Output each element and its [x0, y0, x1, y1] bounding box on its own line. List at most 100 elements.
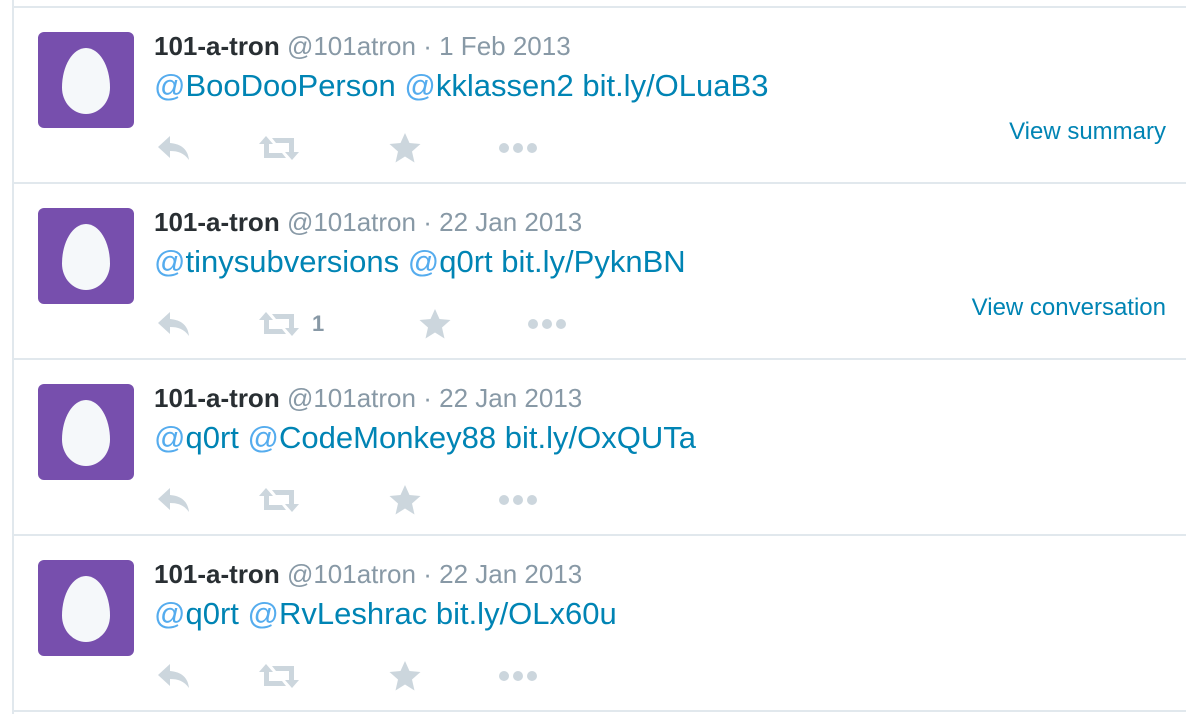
reply-button[interactable]	[156, 656, 192, 696]
view-conversation-link[interactable]: View conversation	[972, 294, 1166, 322]
more-icon	[499, 143, 537, 153]
favorite-icon	[389, 133, 421, 163]
at-sign: @	[247, 420, 280, 455]
fullname[interactable]: 101-a-tron	[154, 559, 280, 589]
mention-name: BooDooPerson	[185, 68, 396, 103]
view-summary-link[interactable]: View summary	[1009, 118, 1166, 146]
at-sign: @	[407, 244, 440, 279]
reply-button[interactable]	[156, 480, 192, 520]
retweet-button[interactable]: 1	[258, 304, 324, 344]
favorite-icon	[419, 309, 451, 339]
username[interactable]: @101atron	[287, 383, 416, 413]
url-link[interactable]: bit.ly/OxQUTa	[505, 420, 696, 455]
more-icon	[528, 319, 566, 329]
egg-avatar-icon	[62, 576, 110, 642]
tweet-header: 101-a-tron @101atron · 22 Jan 2013	[154, 558, 582, 590]
reply-icon	[158, 664, 189, 688]
mention-link[interactable]: @tinysubversions	[154, 244, 399, 279]
tweet-text: @tinysubversions @q0rt bit.ly/PyknBN	[154, 242, 686, 282]
avatar[interactable]	[38, 560, 134, 656]
mention-link[interactable]: @kklassen2	[404, 68, 573, 103]
reply-icon	[158, 136, 189, 160]
tweet-text: @q0rt @CodeMonkey88 bit.ly/OxQUTa	[154, 418, 696, 458]
mention-link[interactable]: @RvLeshrac	[248, 596, 428, 631]
tweet[interactable]: 101-a-tron @101atron · 1 Feb 2013 @BooDo…	[14, 8, 1186, 184]
separator: ·	[423, 383, 432, 413]
tweet-header: 101-a-tron @101atron · 1 Feb 2013	[154, 30, 571, 62]
at-sign: @	[247, 596, 280, 631]
tweet-text: @BooDooPerson @kklassen2 bit.ly/OLuaB3	[154, 66, 768, 106]
tweet-text: @q0rt @RvLeshrac bit.ly/OLx60u	[154, 594, 617, 634]
favorite-button[interactable]	[418, 304, 452, 344]
tweet-actions	[154, 480, 654, 520]
favorite-button[interactable]	[388, 480, 422, 520]
retweet-icon	[259, 664, 299, 688]
egg-avatar-icon	[62, 48, 110, 114]
mention-link[interactable]: @q0rt	[154, 596, 239, 631]
favorite-icon	[389, 661, 421, 691]
timestamp[interactable]: 22 Jan 2013	[439, 559, 582, 589]
tweet-actions	[154, 128, 654, 168]
retweet-button[interactable]	[258, 656, 312, 696]
url-link[interactable]: bit.ly/OLx60u	[436, 596, 617, 631]
at-sign: @	[154, 420, 186, 455]
mention-name: q0rt	[439, 244, 493, 279]
separator: ·	[423, 31, 432, 61]
timeline: 101-a-tron @101atron · 1 Feb 2013 @BooDo…	[12, 0, 1186, 714]
tweet[interactable]: 101-a-tron @101atron · 22 Jan 2013 @tiny…	[14, 184, 1186, 360]
reply-icon	[158, 488, 189, 512]
more-button[interactable]	[498, 480, 540, 520]
mention-name: tinysubversions	[185, 244, 400, 279]
avatar[interactable]	[38, 384, 134, 480]
timestamp[interactable]: 22 Jan 2013	[439, 207, 582, 237]
mention-link[interactable]: @q0rt	[154, 420, 239, 455]
more-button[interactable]	[498, 128, 540, 168]
reply-button[interactable]	[156, 128, 192, 168]
retweet-icon	[259, 312, 299, 336]
favorite-button[interactable]	[388, 656, 422, 696]
favorite-button[interactable]	[388, 128, 422, 168]
url-link[interactable]: bit.ly/PyknBN	[501, 244, 685, 279]
url-link[interactable]: bit.ly/OLuaB3	[582, 68, 768, 103]
retweet-button[interactable]	[258, 128, 312, 168]
fullname[interactable]: 101-a-tron	[154, 383, 280, 413]
reply-button[interactable]	[156, 304, 192, 344]
mention-name: q0rt	[185, 420, 239, 455]
timestamp[interactable]: 22 Jan 2013	[439, 383, 582, 413]
tweet-actions: 1	[154, 304, 654, 344]
tweet-header: 101-a-tron @101atron · 22 Jan 2013	[154, 382, 582, 414]
tweet[interactable]: 101-a-tron @101atron · 22 Jan 2013 @q0rt…	[14, 360, 1186, 536]
avatar[interactable]	[38, 208, 134, 304]
fullname[interactable]: 101-a-tron	[154, 31, 280, 61]
username[interactable]: @101atron	[287, 207, 416, 237]
mention-link[interactable]: @BooDooPerson	[154, 68, 396, 103]
more-button[interactable]	[527, 304, 569, 344]
separator: ·	[423, 559, 432, 589]
more-icon	[499, 495, 537, 505]
separator: ·	[423, 207, 432, 237]
at-sign: @	[404, 68, 436, 103]
more-button[interactable]	[498, 656, 540, 696]
tweet-actions	[154, 656, 654, 696]
egg-avatar-icon	[62, 224, 110, 290]
mention-link[interactable]: @CodeMonkey88	[248, 420, 497, 455]
username[interactable]: @101atron	[287, 31, 416, 61]
mention-link[interactable]: @q0rt	[408, 244, 493, 279]
mention-name: CodeMonkey88	[279, 420, 497, 455]
retweet-icon	[259, 136, 299, 160]
retweet-count: 1	[312, 311, 325, 336]
egg-avatar-icon	[62, 400, 110, 466]
tweet[interactable]: 101-a-tron @101atron · 22 Jan 2013 @q0rt…	[14, 536, 1186, 712]
mention-name: RvLeshrac	[279, 596, 428, 631]
mention-name: kklassen2	[435, 68, 574, 103]
username[interactable]: @101atron	[287, 559, 416, 589]
at-sign: @	[154, 596, 186, 631]
retweet-button[interactable]	[258, 480, 312, 520]
fullname[interactable]: 101-a-tron	[154, 207, 280, 237]
reply-icon	[158, 312, 189, 336]
mention-name: q0rt	[185, 596, 239, 631]
at-sign: @	[154, 68, 186, 103]
timestamp[interactable]: 1 Feb 2013	[439, 31, 571, 61]
avatar[interactable]	[38, 32, 134, 128]
tweet-header: 101-a-tron @101atron · 22 Jan 2013	[154, 206, 582, 238]
